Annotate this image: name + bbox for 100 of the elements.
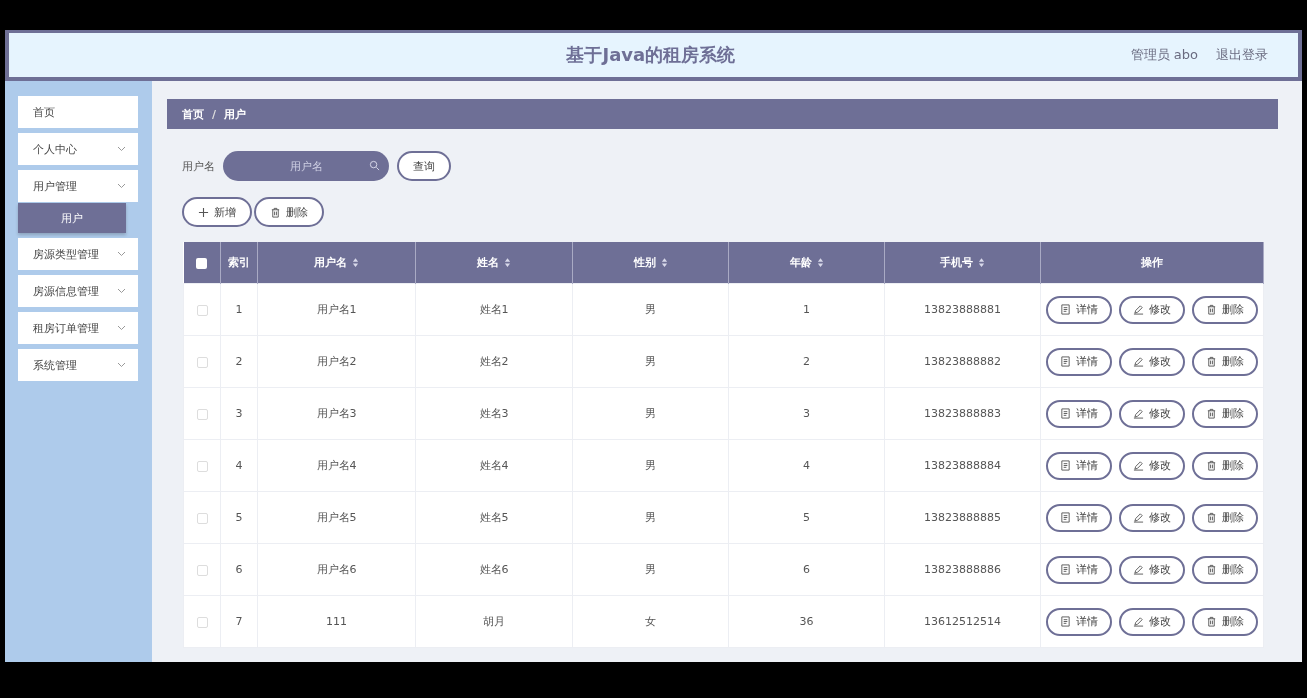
- table-cell: 女: [645, 615, 656, 628]
- detail-button[interactable]: 详情: [1046, 555, 1112, 584]
- checkbox[interactable]: [196, 512, 208, 524]
- table-cell: 13823888883: [924, 407, 1001, 420]
- add-button[interactable]: 新增: [182, 197, 252, 227]
- pencil-icon: [1133, 616, 1144, 627]
- table-cell: 胡月: [483, 615, 505, 628]
- edit-button[interactable]: 修改: [1119, 555, 1185, 584]
- checkbox[interactable]: [196, 356, 208, 368]
- table-cell: 111: [326, 615, 347, 628]
- detail-button[interactable]: 详情: [1046, 347, 1112, 376]
- checkbox[interactable]: [196, 304, 208, 316]
- chevron-down-icon: [117, 251, 126, 257]
- table-cell: 姓名2: [479, 355, 509, 368]
- trash-icon: [1206, 304, 1217, 315]
- checkbox[interactable]: [196, 616, 208, 628]
- table-cell: 4: [235, 459, 243, 472]
- menu-item[interactable]: 租房订单管理: [18, 312, 138, 344]
- trash-icon: [1206, 616, 1217, 627]
- table-cell: 1: [803, 303, 810, 316]
- table-cell: 2: [803, 355, 810, 368]
- sort-icon[interactable]: [660, 258, 668, 267]
- sort-icon[interactable]: [978, 258, 985, 267]
- table-cell: 13823888886: [924, 563, 1001, 576]
- edit-button[interactable]: 修改: [1119, 607, 1185, 636]
- table-cell: 用户名5: [316, 511, 357, 524]
- detail-button[interactable]: 详情: [1046, 503, 1112, 532]
- delete-button[interactable]: 删除: [254, 197, 324, 227]
- table-cell: 36: [799, 615, 814, 628]
- menu-item[interactable]: 首页: [18, 96, 138, 128]
- table-cell: 姓名6: [479, 563, 509, 576]
- document-icon: [1060, 408, 1071, 419]
- delete-button[interactable]: 删除: [1192, 607, 1258, 636]
- table-cell: 姓名1: [479, 303, 509, 316]
- search-icon: [369, 160, 380, 171]
- detail-button[interactable]: 详情: [1046, 295, 1112, 324]
- search-field[interactable]: 用户名: [223, 151, 389, 181]
- delete-button[interactable]: 删除: [1192, 451, 1258, 480]
- table-cell: 3: [235, 407, 243, 420]
- table-cell: 用户名4: [316, 459, 357, 472]
- breadcrumb-item[interactable]: 首页: [182, 106, 204, 122]
- trash-icon: [1206, 564, 1217, 575]
- detail-button[interactable]: 详情: [1046, 607, 1112, 636]
- document-icon: [1060, 304, 1071, 315]
- table-cell: 7: [235, 615, 243, 628]
- table-cell: 13612512514: [924, 615, 1001, 628]
- edit-button[interactable]: 修改: [1119, 347, 1185, 376]
- delete-button[interactable]: 删除: [1192, 503, 1258, 532]
- checkbox[interactable]: [196, 257, 208, 269]
- checkbox[interactable]: [196, 564, 208, 576]
- sort-icon[interactable]: [816, 258, 824, 267]
- breadcrumb-item[interactable]: 用户: [224, 106, 247, 122]
- table-cell: 5: [803, 511, 810, 524]
- column-header[interactable]: 手机号: [940, 255, 985, 270]
- trash-icon: [1206, 408, 1217, 419]
- column-header[interactable]: 性别: [633, 255, 668, 270]
- menu-item[interactable]: 系统管理: [18, 349, 138, 381]
- trash-icon: [270, 206, 281, 218]
- column-header[interactable]: 姓名: [477, 255, 511, 270]
- table-cell: 用户名3: [316, 407, 357, 420]
- delete-button[interactable]: 删除: [1192, 295, 1258, 324]
- table-cell: 男: [645, 407, 656, 420]
- pencil-icon: [1133, 304, 1144, 315]
- document-icon: [1060, 460, 1071, 471]
- edit-button[interactable]: 修改: [1119, 399, 1185, 428]
- logout-link[interactable]: 退出登录: [1216, 46, 1268, 64]
- table-cell: 姓名4: [479, 459, 509, 472]
- checkbox[interactable]: [196, 460, 208, 472]
- column-header[interactable]: 年龄: [789, 255, 824, 270]
- chevron-down-icon: [117, 183, 126, 189]
- table-cell: 13823888881: [924, 303, 1001, 316]
- menu-item[interactable]: 用户管理: [18, 170, 138, 202]
- table-cell: 6: [235, 563, 243, 576]
- column-header[interactable]: 用户名: [314, 255, 359, 270]
- table-cell: 男: [645, 511, 656, 524]
- trash-icon: [1206, 460, 1217, 471]
- detail-button[interactable]: 详情: [1046, 451, 1112, 480]
- trash-icon: [1206, 356, 1217, 367]
- table-cell: 姓名5: [479, 511, 509, 524]
- menu-item[interactable]: 个人中心: [18, 133, 138, 165]
- edit-button[interactable]: 修改: [1119, 451, 1185, 480]
- delete-button[interactable]: 删除: [1192, 399, 1258, 428]
- delete-button[interactable]: 删除: [1192, 555, 1258, 584]
- pencil-icon: [1133, 356, 1144, 367]
- sort-icon[interactable]: [504, 258, 511, 267]
- search-button[interactable]: 查询: [397, 151, 451, 181]
- document-icon: [1060, 616, 1071, 627]
- detail-button[interactable]: 详情: [1046, 399, 1112, 428]
- edit-button[interactable]: 修改: [1119, 503, 1185, 532]
- table-cell: 4: [803, 459, 810, 472]
- table-cell: 男: [645, 563, 656, 576]
- delete-button[interactable]: 删除: [1192, 347, 1258, 376]
- menu-item[interactable]: 房源类型管理: [18, 238, 138, 270]
- sort-icon[interactable]: [352, 258, 359, 267]
- checkbox[interactable]: [196, 408, 208, 420]
- breadcrumb-separator: /: [212, 107, 217, 121]
- submenu-item[interactable]: 用户: [18, 203, 126, 233]
- table-cell: 5: [235, 511, 243, 524]
- edit-button[interactable]: 修改: [1119, 295, 1185, 324]
- menu-item[interactable]: 房源信息管理: [18, 275, 138, 307]
